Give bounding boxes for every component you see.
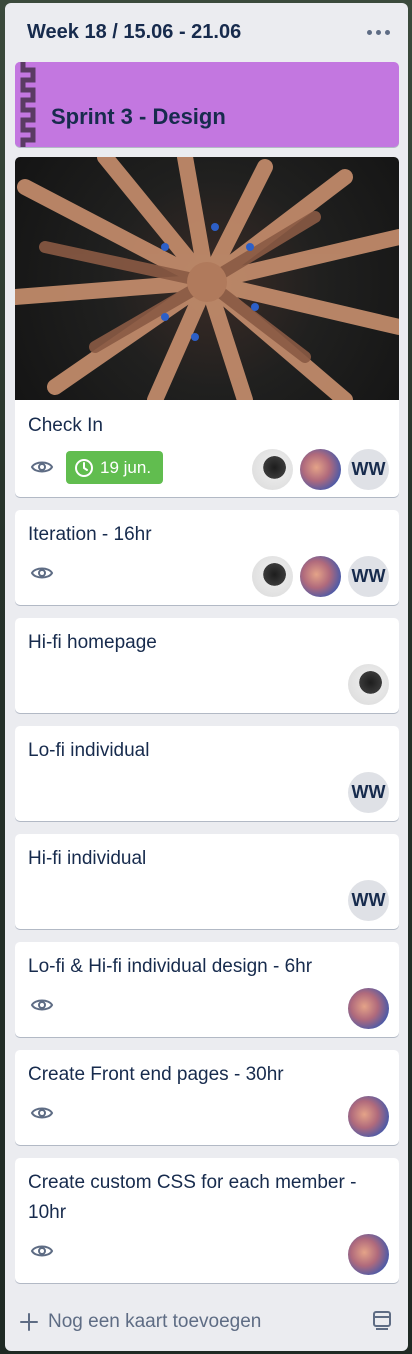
avatar-initials: WW — [351, 782, 386, 802]
card-custom-css[interactable]: Create custom CSS for each member - 10hr — [15, 1158, 399, 1283]
avatar[interactable] — [300, 449, 341, 490]
card-title: Create Front end pages - 30hr — [28, 1064, 284, 1085]
avatar[interactable] — [300, 556, 341, 597]
avatar[interactable] — [348, 1096, 389, 1137]
avatar[interactable] — [348, 1234, 389, 1275]
list-header[interactable]: Week 18 / 15.06 - 21.06 — [5, 3, 408, 61]
card-sprint[interactable]: Sprint 3 - Design — [15, 62, 399, 147]
card-cover-image — [15, 157, 399, 400]
card-lofi-hifi-design[interactable]: Lo-fi & Hi-fi individual design - 6hr — [15, 942, 399, 1037]
card-title: Hi-fi homepage — [28, 632, 157, 653]
avatar-initials: WW — [351, 566, 386, 586]
card-iteration[interactable]: Iteration - 16hr WW — [15, 510, 399, 605]
list-title[interactable]: Week 18 / 15.06 - 21.06 — [27, 21, 241, 44]
card-lofi-individual[interactable]: Lo-fi individual WW — [15, 726, 399, 821]
avatar[interactable]: WW — [348, 556, 389, 597]
stripe-pattern-icon — [15, 62, 41, 147]
card-title: Hi-fi individual — [28, 848, 147, 869]
eye-icon — [30, 567, 54, 579]
due-date-badge[interactable]: 19 jun. — [66, 451, 163, 484]
card-title-line-1: Create custom CSS for each member - — [28, 1172, 357, 1193]
due-date-label: 19 jun. — [100, 457, 152, 477]
trello-list: Week 18 / 15.06 - 21.06 Sprint 3 - Desig… — [5, 3, 408, 1351]
plus-icon — [20, 1313, 38, 1331]
card-title: Lo-fi individual — [28, 740, 150, 761]
card-title: Sprint 3 - Design — [51, 104, 226, 129]
add-card-label: Nog een kaart toevoegen — [48, 1311, 262, 1332]
eye-icon — [30, 1245, 54, 1257]
avatar-initials: WW — [351, 890, 386, 910]
add-card-button[interactable]: Nog een kaart toevoegen — [18, 1304, 392, 1340]
clock-icon — [75, 458, 93, 477]
card-title: Iteration - 16hr — [28, 524, 152, 545]
eye-icon — [30, 1107, 54, 1119]
card-check-in[interactable]: Check In 19 jun. WW — [15, 157, 399, 497]
card-title: Check In — [28, 415, 103, 436]
avatar[interactable] — [252, 556, 293, 597]
avatar-initials: WW — [351, 459, 386, 479]
avatar[interactable] — [348, 664, 389, 705]
eye-icon — [30, 461, 54, 473]
card-hifi-homepage[interactable]: Hi-fi homepage — [15, 618, 399, 713]
eye-icon — [30, 999, 54, 1011]
card-title: Lo-fi & Hi-fi individual design - 6hr — [28, 956, 313, 977]
card-hifi-individual[interactable]: Hi-fi individual WW — [15, 834, 399, 929]
ellipsis-icon[interactable] — [364, 19, 392, 45]
card-front-end-pages[interactable]: Create Front end pages - 30hr — [15, 1050, 399, 1145]
avatar[interactable]: WW — [348, 449, 389, 490]
avatar[interactable] — [348, 988, 389, 1029]
card-template-icon[interactable] — [370, 1308, 394, 1332]
avatar[interactable] — [252, 449, 293, 490]
avatar[interactable]: WW — [348, 880, 389, 921]
card-title-line-2: 10hr — [28, 1202, 67, 1223]
avatar[interactable]: WW — [348, 772, 389, 813]
